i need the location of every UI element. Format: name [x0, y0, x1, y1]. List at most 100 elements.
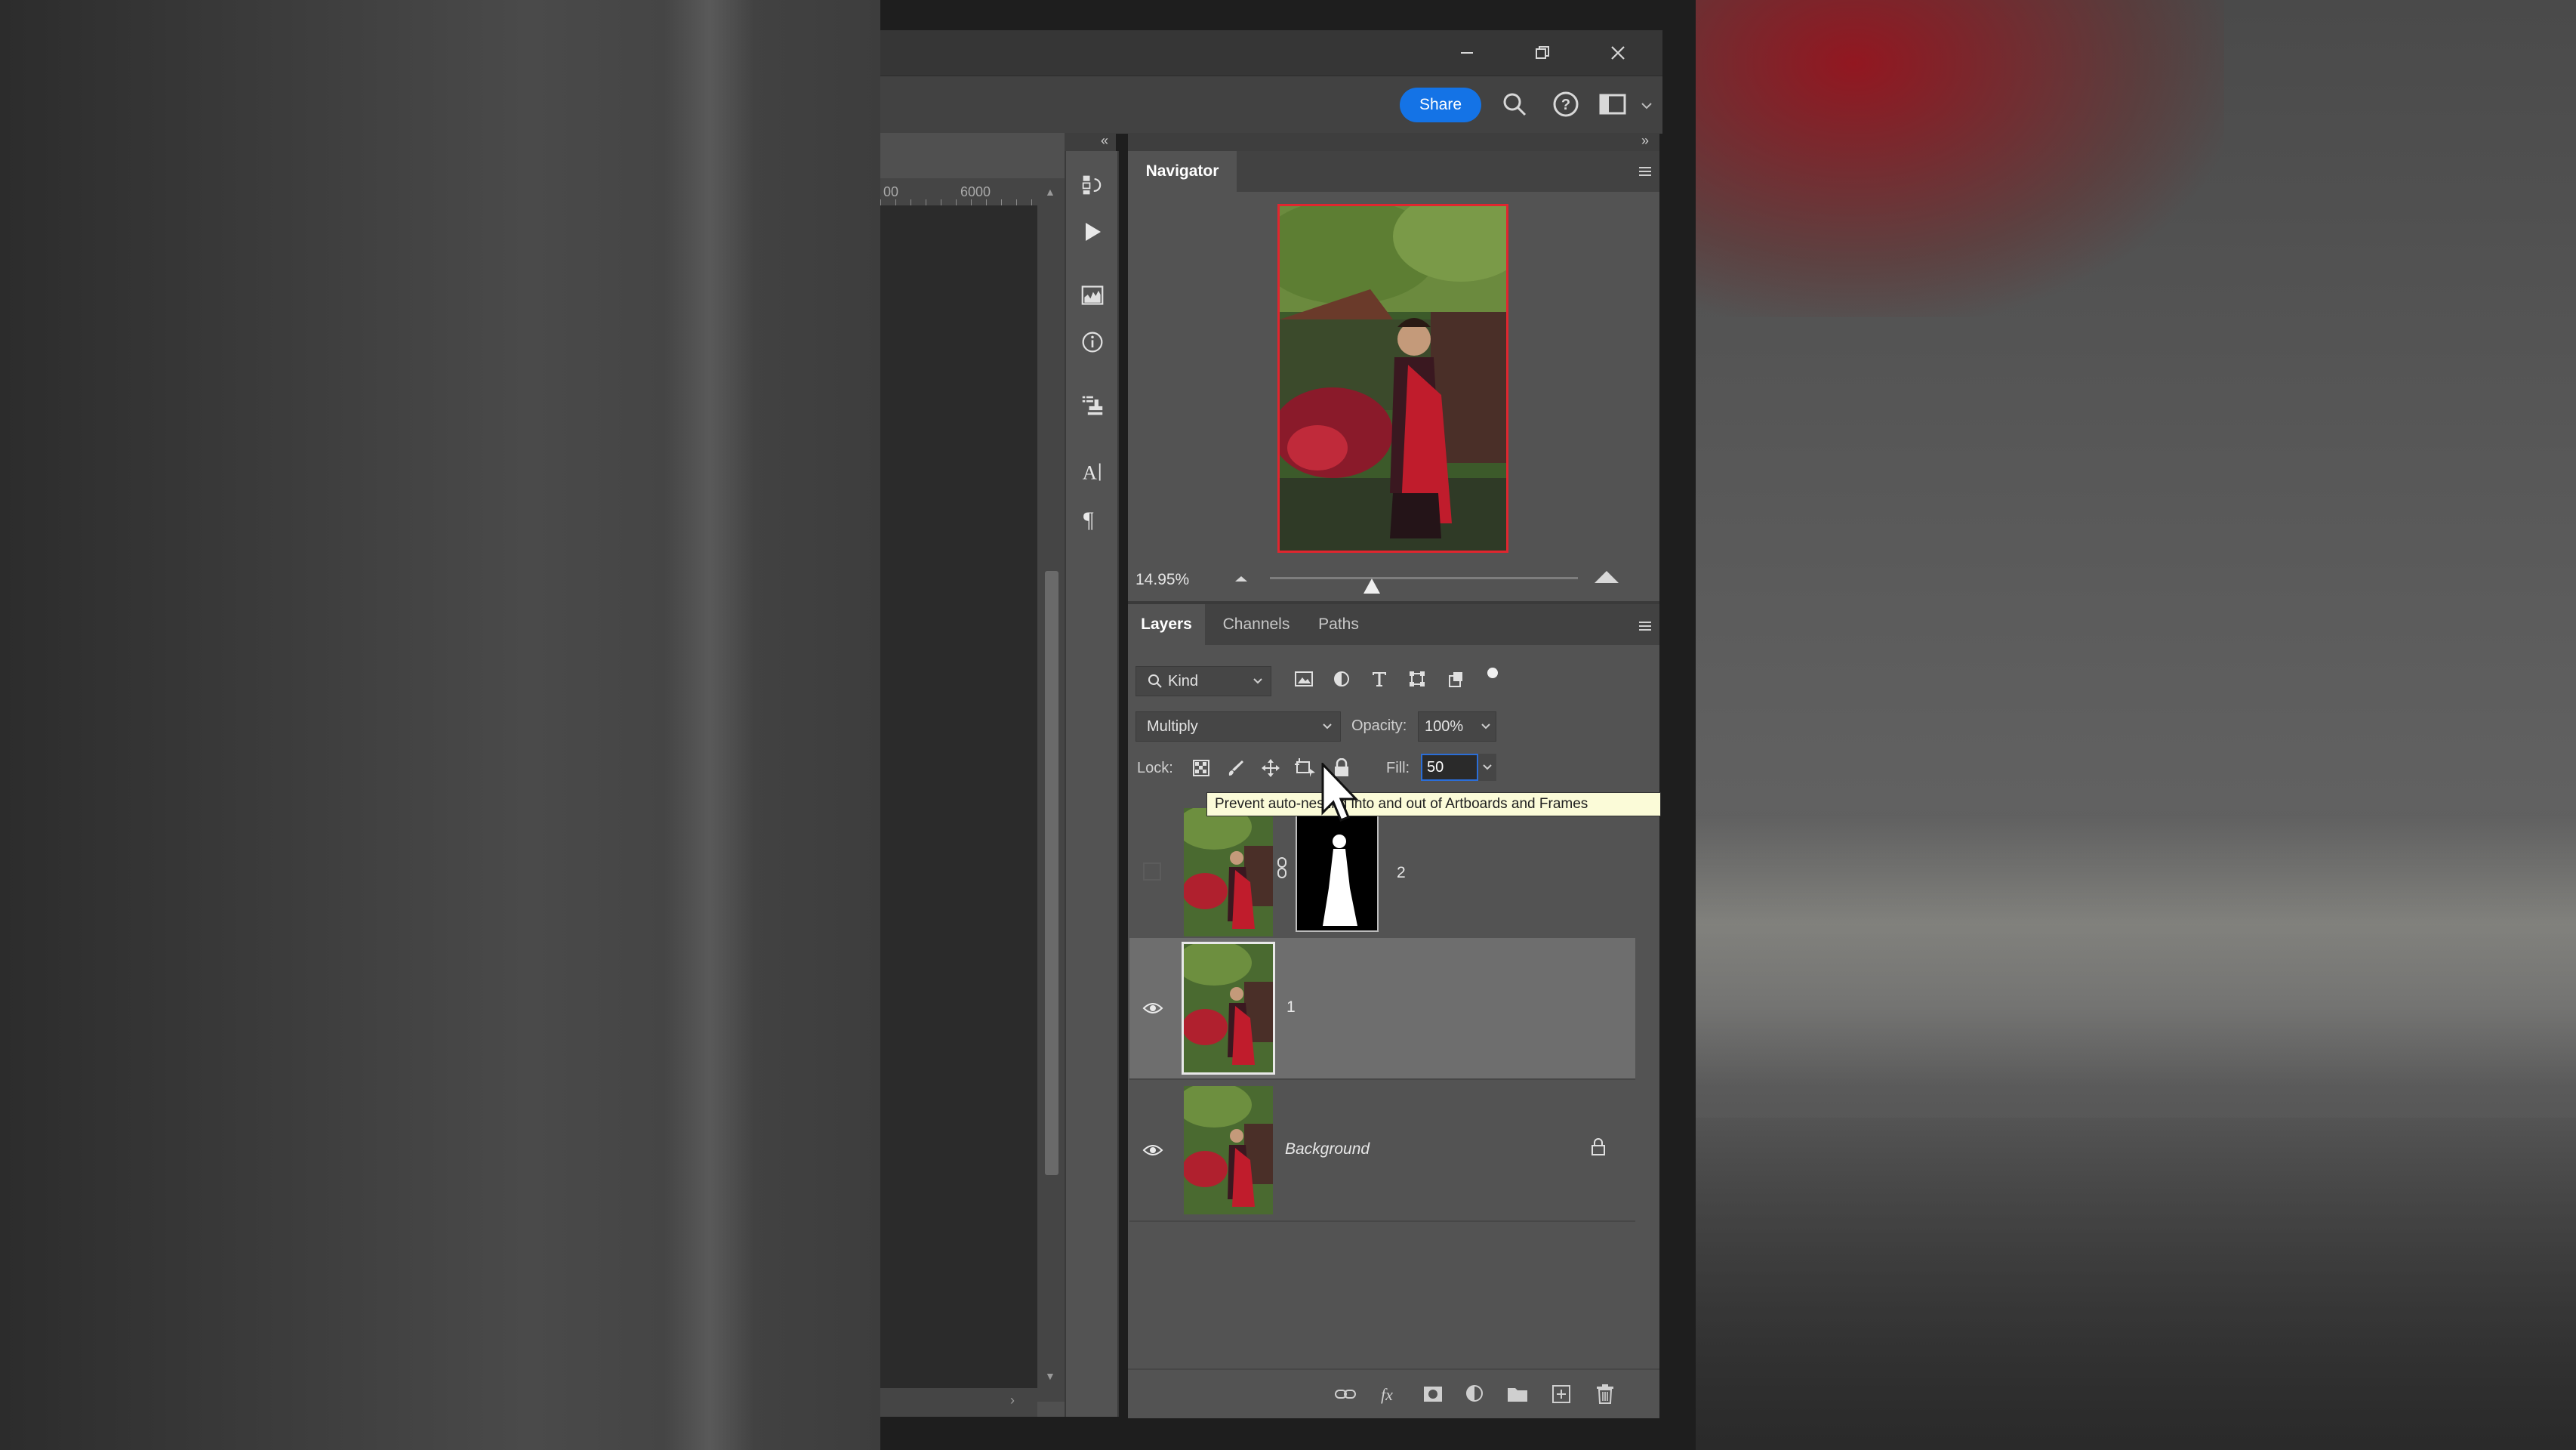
svg-text:fx: fx — [1381, 1385, 1393, 1404]
ruler-tick-label: 00 — [883, 184, 899, 199]
zoom-slider-handle[interactable] — [1363, 578, 1380, 594]
fill-label: Fill: — [1386, 760, 1410, 776]
filter-adjustment-icon[interactable] — [1330, 668, 1353, 690]
mouse-cursor-icon — [1320, 761, 1365, 826]
add-mask-icon[interactable] — [1421, 1382, 1445, 1406]
layer-name[interactable]: 2 — [1397, 864, 1406, 882]
zoom-in-icon[interactable] — [1593, 568, 1623, 588]
tab-navigator[interactable]: Navigator — [1128, 151, 1237, 192]
search-icon[interactable] — [1499, 89, 1530, 119]
panel-collapse-bar[interactable]: « — [1065, 133, 1116, 151]
filter-pixel-icon[interactable] — [1293, 668, 1315, 690]
zoom-slider[interactable] — [1270, 577, 1578, 579]
layer-row-background[interactable]: Background — [1129, 1080, 1635, 1222]
svg-text:¶: ¶ — [1083, 508, 1094, 532]
filter-toggle-icon[interactable] — [1481, 662, 1504, 684]
actions-play-icon[interactable] — [1081, 221, 1104, 243]
clone-source-icon[interactable] — [1081, 394, 1104, 417]
lock-artboard-nesting-icon[interactable] — [1294, 757, 1317, 779]
layer-row-2[interactable]: 2 — [1129, 802, 1635, 944]
tab-layers[interactable]: Layers — [1128, 604, 1205, 645]
horizontal-ruler: 00 6000 — [880, 178, 1039, 206]
blurred-backdrop-right — [1696, 0, 2576, 1450]
opacity-label: Opacity: — [1351, 717, 1407, 734]
history-icon[interactable] — [1081, 174, 1104, 196]
paragraph-icon[interactable]: ¶ — [1081, 508, 1104, 532]
lock-label: Lock: — [1137, 760, 1173, 776]
layer-style-fx-icon[interactable]: fx — [1379, 1382, 1403, 1406]
share-button[interactable]: Share — [1400, 88, 1481, 122]
svg-text:A: A — [1083, 461, 1097, 484]
blurred-backdrop-left — [0, 0, 880, 1450]
tab-paths[interactable]: Paths — [1308, 604, 1370, 645]
layer-name[interactable]: 1 — [1286, 998, 1296, 1017]
blend-mode-select[interactable]: Multiply — [1135, 711, 1341, 742]
filter-kind-label: Kind — [1168, 672, 1199, 690]
opacity-input[interactable]: 100% — [1418, 711, 1496, 742]
lock-position-icon[interactable] — [1259, 757, 1282, 779]
workspace-icon[interactable] — [1598, 89, 1628, 119]
layer-thumbnail[interactable] — [1184, 808, 1273, 936]
svg-text:?: ? — [1561, 97, 1570, 113]
fill-chevron-icon[interactable] — [1478, 754, 1496, 781]
navigator-preview[interactable] — [1277, 204, 1508, 553]
close-icon[interactable] — [1584, 30, 1652, 76]
info-icon[interactable] — [1081, 331, 1104, 353]
scroll-right-icon[interactable]: › — [1010, 1393, 1015, 1408]
panel-header-bar: » — [1128, 133, 1659, 151]
workspace-chevron-icon[interactable] — [1635, 91, 1658, 121]
histogram-icon[interactable] — [1081, 284, 1104, 307]
vertical-scrollbar[interactable]: ▲ ▼ — [1037, 178, 1065, 1402]
zoom-percentage[interactable]: 14.95% — [1135, 571, 1189, 589]
chevron-down-icon — [1481, 723, 1490, 730]
lock-image-pixels-icon[interactable] — [1225, 757, 1247, 779]
options-bar — [880, 76, 1662, 134]
eye-icon[interactable] — [1140, 1137, 1166, 1163]
zoom-out-icon[interactable] — [1232, 572, 1255, 588]
chevron-down-icon — [1253, 678, 1262, 684]
filter-type-icon[interactable] — [1368, 668, 1391, 690]
fill-input[interactable]: 50 — [1421, 754, 1478, 781]
character-icon[interactable]: A — [1081, 461, 1104, 484]
filter-smart-object-icon[interactable] — [1445, 668, 1468, 690]
opacity-value: 100% — [1425, 717, 1464, 735]
ruler-tick-label: 6000 — [960, 184, 991, 199]
scroll-up-icon[interactable]: ▲ — [1045, 186, 1055, 198]
canvas[interactable] — [880, 205, 1037, 1388]
new-group-folder-icon[interactable] — [1505, 1382, 1530, 1406]
layer-thumbnail[interactable] — [1184, 1086, 1273, 1214]
expand-right-icon[interactable]: » — [1641, 133, 1649, 149]
delete-layer-icon[interactable] — [1593, 1382, 1617, 1406]
layers-tab-strip: Layers Channels Paths — [1128, 604, 1659, 645]
eye-icon[interactable] — [1140, 995, 1166, 1021]
layer-lock-icon — [1590, 1137, 1607, 1157]
horizontal-scrollbar[interactable]: › — [880, 1388, 1037, 1417]
filter-shape-icon[interactable] — [1406, 668, 1428, 690]
tooltip: Prevent auto-nesting into and out of Art… — [1206, 792, 1661, 816]
help-icon[interactable]: ? — [1551, 89, 1581, 119]
chevron-down-icon — [1323, 723, 1332, 730]
navigator-tab-strip: Navigator — [1128, 151, 1659, 192]
link-layers-icon[interactable] — [1333, 1382, 1357, 1406]
layer-filter-kind[interactable]: Kind — [1135, 666, 1271, 696]
blend-mode-value: Multiply — [1147, 717, 1198, 735]
collapse-left-icon[interactable]: « — [1101, 133, 1108, 149]
mask-link-icon[interactable] — [1276, 856, 1288, 879]
restore-icon[interactable] — [1508, 30, 1576, 76]
layer-thumbnail[interactable] — [1182, 942, 1275, 1075]
layers-menu-icon[interactable] — [1634, 615, 1656, 637]
scrollbar-thumb[interactable] — [1045, 571, 1058, 1175]
layer-row-1[interactable]: 1 — [1129, 938, 1635, 1080]
layer-name[interactable]: Background — [1285, 1140, 1370, 1158]
navigator-menu-icon[interactable] — [1634, 160, 1656, 183]
title-bar — [880, 30, 1662, 76]
new-adjustment-layer-icon[interactable] — [1463, 1382, 1487, 1406]
tab-channels[interactable]: Channels — [1211, 604, 1302, 645]
new-layer-icon[interactable] — [1549, 1382, 1573, 1406]
lock-transparent-pixels-icon[interactable] — [1190, 757, 1213, 779]
visibility-toggle-off[interactable] — [1143, 862, 1161, 881]
layer-mask-thumbnail[interactable] — [1296, 811, 1379, 932]
scroll-down-icon[interactable]: ▼ — [1045, 1370, 1055, 1382]
minimize-icon[interactable] — [1433, 30, 1501, 76]
search-icon — [1148, 674, 1162, 688]
